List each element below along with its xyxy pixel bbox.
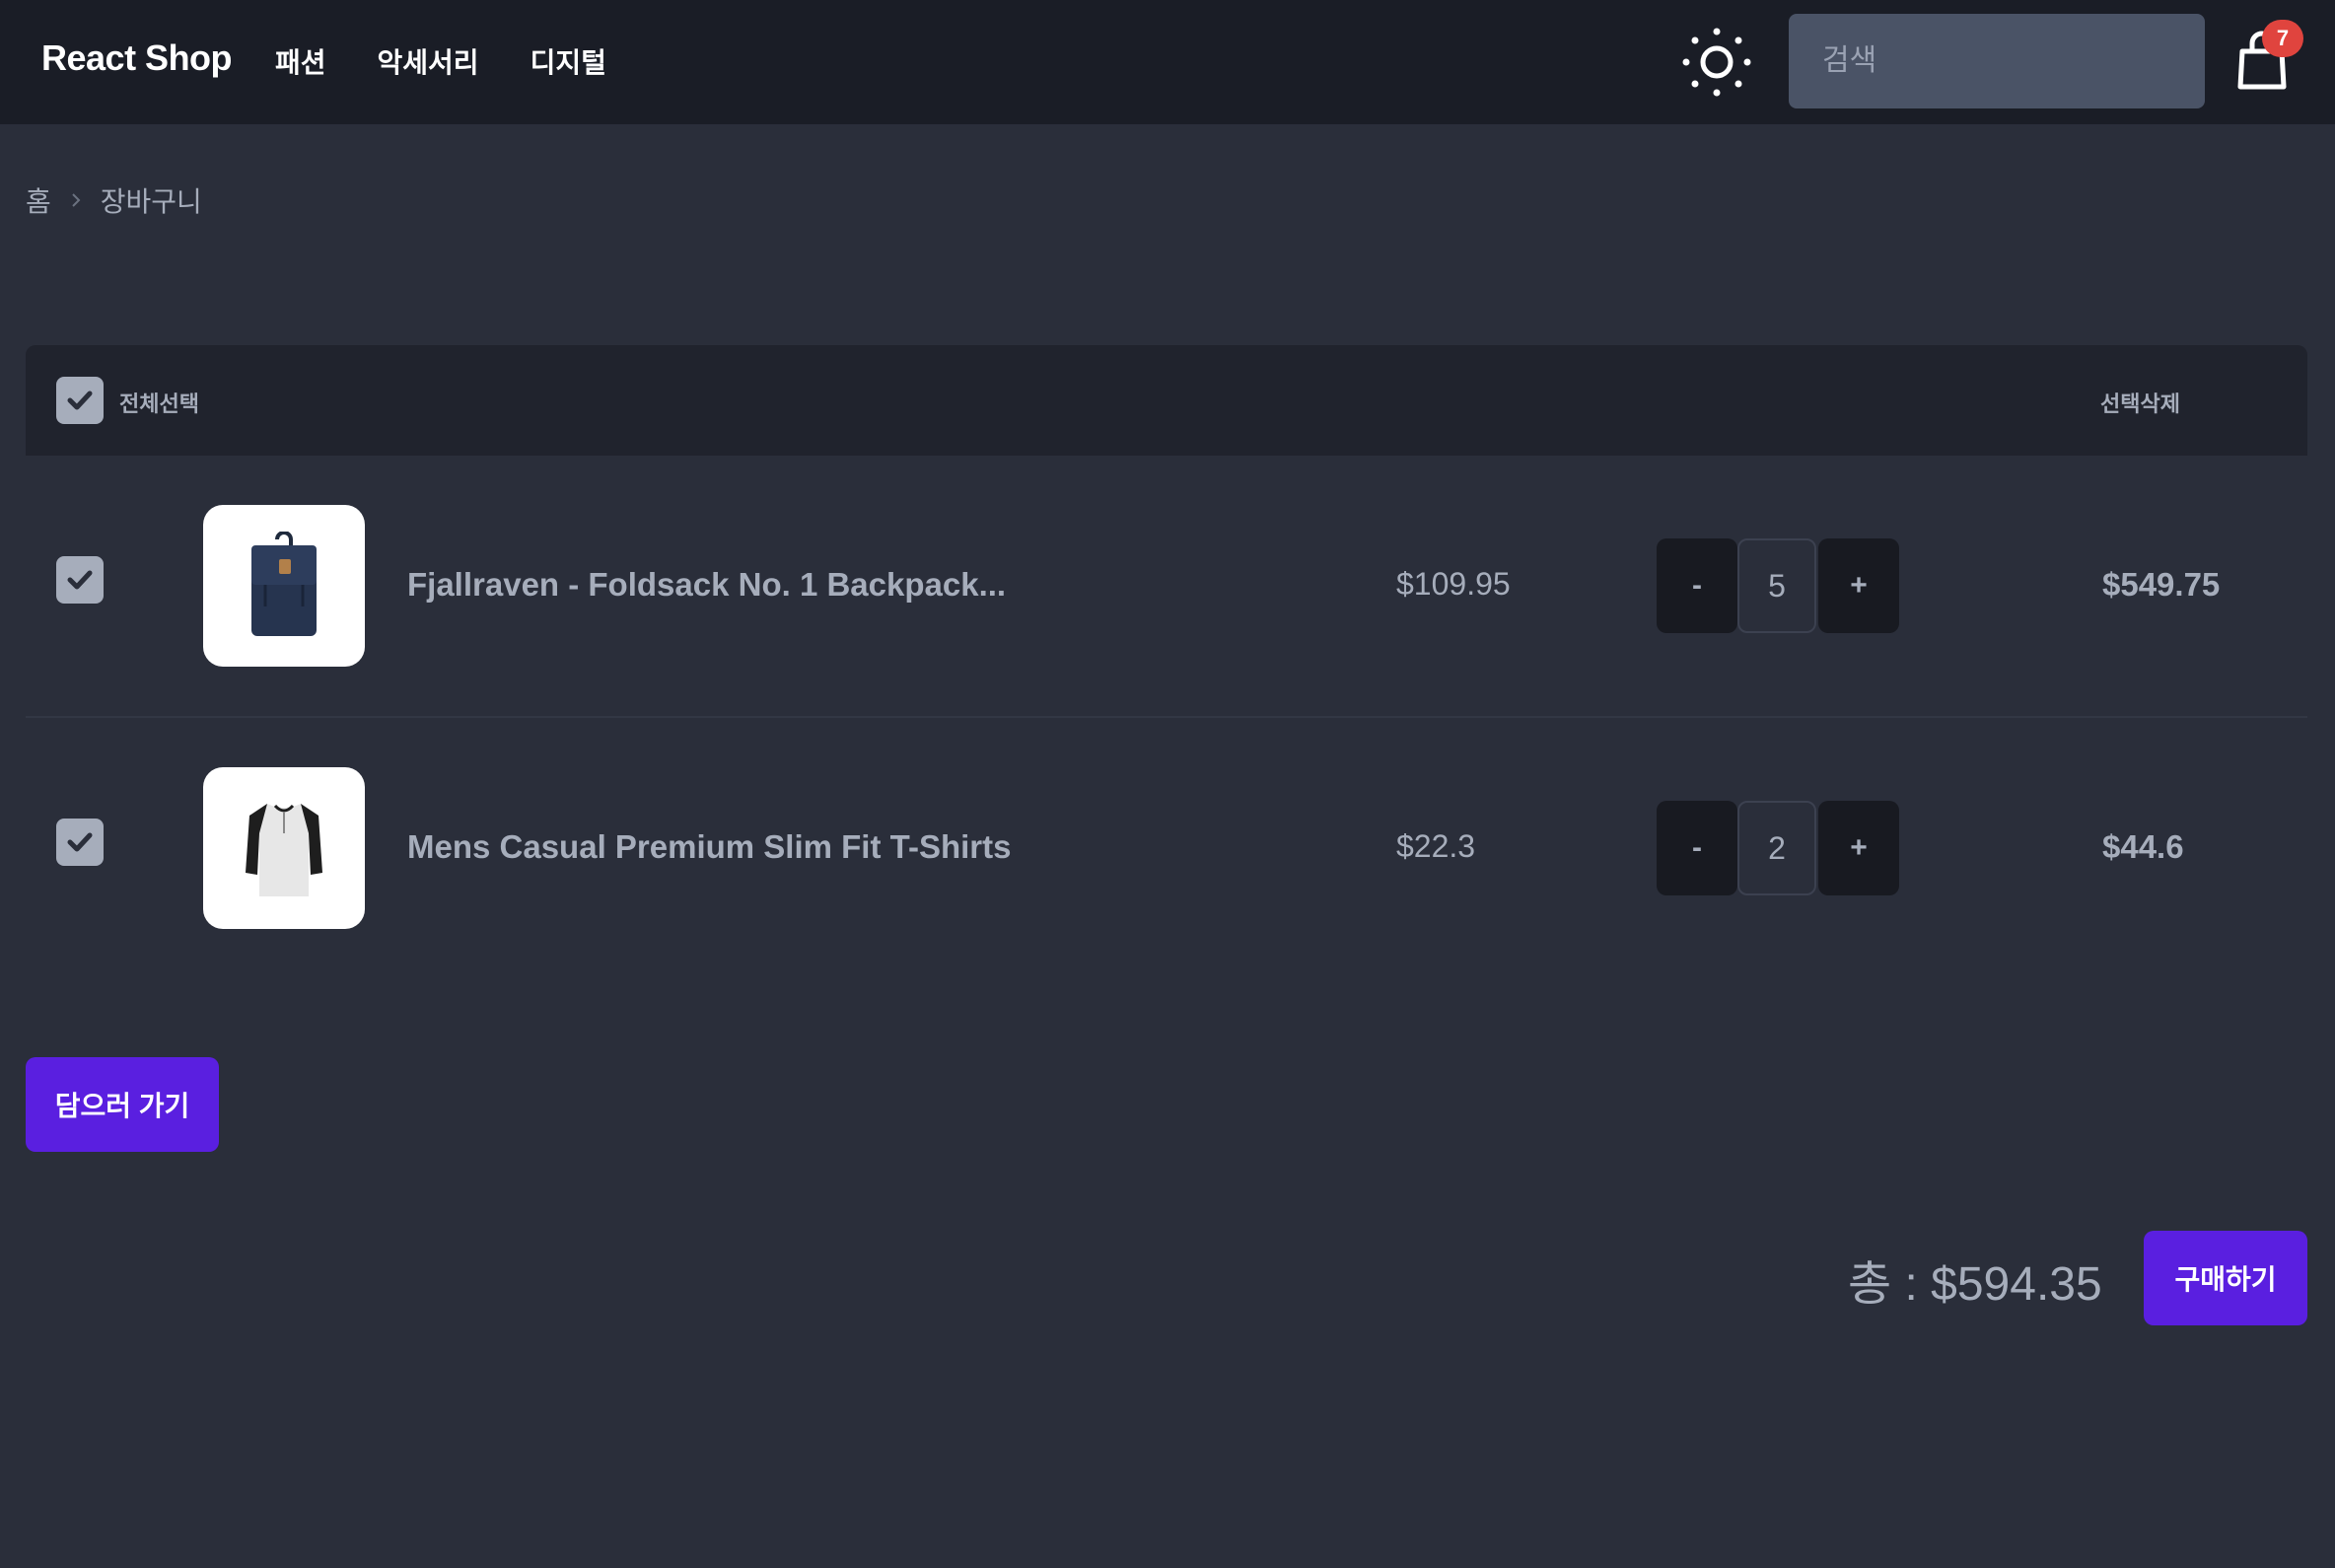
breadcrumb: 홈 장바구니 bbox=[26, 180, 202, 220]
brand-logo[interactable]: React Shop bbox=[41, 37, 233, 79]
product-title[interactable]: Mens Casual Premium Slim Fit T-Shirts bbox=[407, 828, 1011, 866]
decrease-quantity-button[interactable]: - bbox=[1657, 801, 1737, 895]
cart-item-row: Fjallraven - Foldsack No. 1 Backpack... … bbox=[26, 456, 2307, 718]
quantity-value: 5 bbox=[1737, 538, 1816, 633]
quantity-value: 2 bbox=[1737, 801, 1816, 895]
nav-link-fashion[interactable]: 패션 bbox=[275, 41, 326, 81]
search-input[interactable] bbox=[1789, 14, 2205, 108]
select-all-checkbox[interactable] bbox=[56, 377, 104, 424]
navbar: React Shop 패션 악세서리 디지털 7 bbox=[0, 0, 2335, 124]
product-thumbnail[interactable] bbox=[203, 767, 365, 929]
line-total: $44.6 bbox=[2102, 828, 2184, 865]
tshirt-image bbox=[246, 804, 322, 896]
select-all-label: 전체선택 bbox=[119, 392, 199, 416]
increase-quantity-button[interactable]: + bbox=[1818, 538, 1899, 633]
nav-link-digital[interactable]: 디지털 bbox=[531, 41, 606, 81]
item-checkbox[interactable] bbox=[56, 556, 104, 604]
sun-icon bbox=[1682, 28, 1751, 97]
check-icon bbox=[67, 570, 93, 590]
decrease-quantity-button[interactable]: - bbox=[1657, 538, 1737, 633]
cart-count-badge: 7 bbox=[2262, 20, 2303, 57]
cart-item-row: Mens Casual Premium Slim Fit T-Shirts $2… bbox=[26, 718, 2307, 980]
chevron-right-icon bbox=[67, 191, 85, 209]
breadcrumb-current: 장바구니 bbox=[100, 186, 202, 217]
main-nav: 패션 악세서리 디지털 bbox=[275, 41, 658, 81]
backpack-image bbox=[251, 532, 317, 636]
order-total: 총 : $594.35 bbox=[1848, 1258, 2102, 1311]
purchase-button[interactable]: 구매하기 bbox=[2144, 1231, 2307, 1325]
unit-price: $109.95 bbox=[1396, 566, 1511, 602]
check-icon bbox=[67, 391, 93, 410]
line-total: $549.75 bbox=[2102, 566, 2221, 603]
delete-selected-button[interactable]: 선택삭제 bbox=[2100, 387, 2180, 418]
increase-quantity-button[interactable]: + bbox=[1818, 801, 1899, 895]
check-icon bbox=[67, 832, 93, 852]
product-title[interactable]: Fjallraven - Foldsack No. 1 Backpack... bbox=[407, 566, 1006, 604]
item-checkbox[interactable] bbox=[56, 819, 104, 866]
unit-price: $22.3 bbox=[1396, 828, 1476, 864]
continue-shopping-button[interactable]: 담으러 가기 bbox=[26, 1057, 219, 1152]
cart-table-header: 전체선택 선택삭제 bbox=[26, 345, 2307, 456]
breadcrumb-home[interactable]: 홈 bbox=[26, 180, 51, 220]
theme-toggle-button[interactable] bbox=[1682, 28, 1751, 97]
product-thumbnail[interactable] bbox=[203, 505, 365, 667]
nav-link-accessories[interactable]: 악세서리 bbox=[378, 41, 479, 81]
